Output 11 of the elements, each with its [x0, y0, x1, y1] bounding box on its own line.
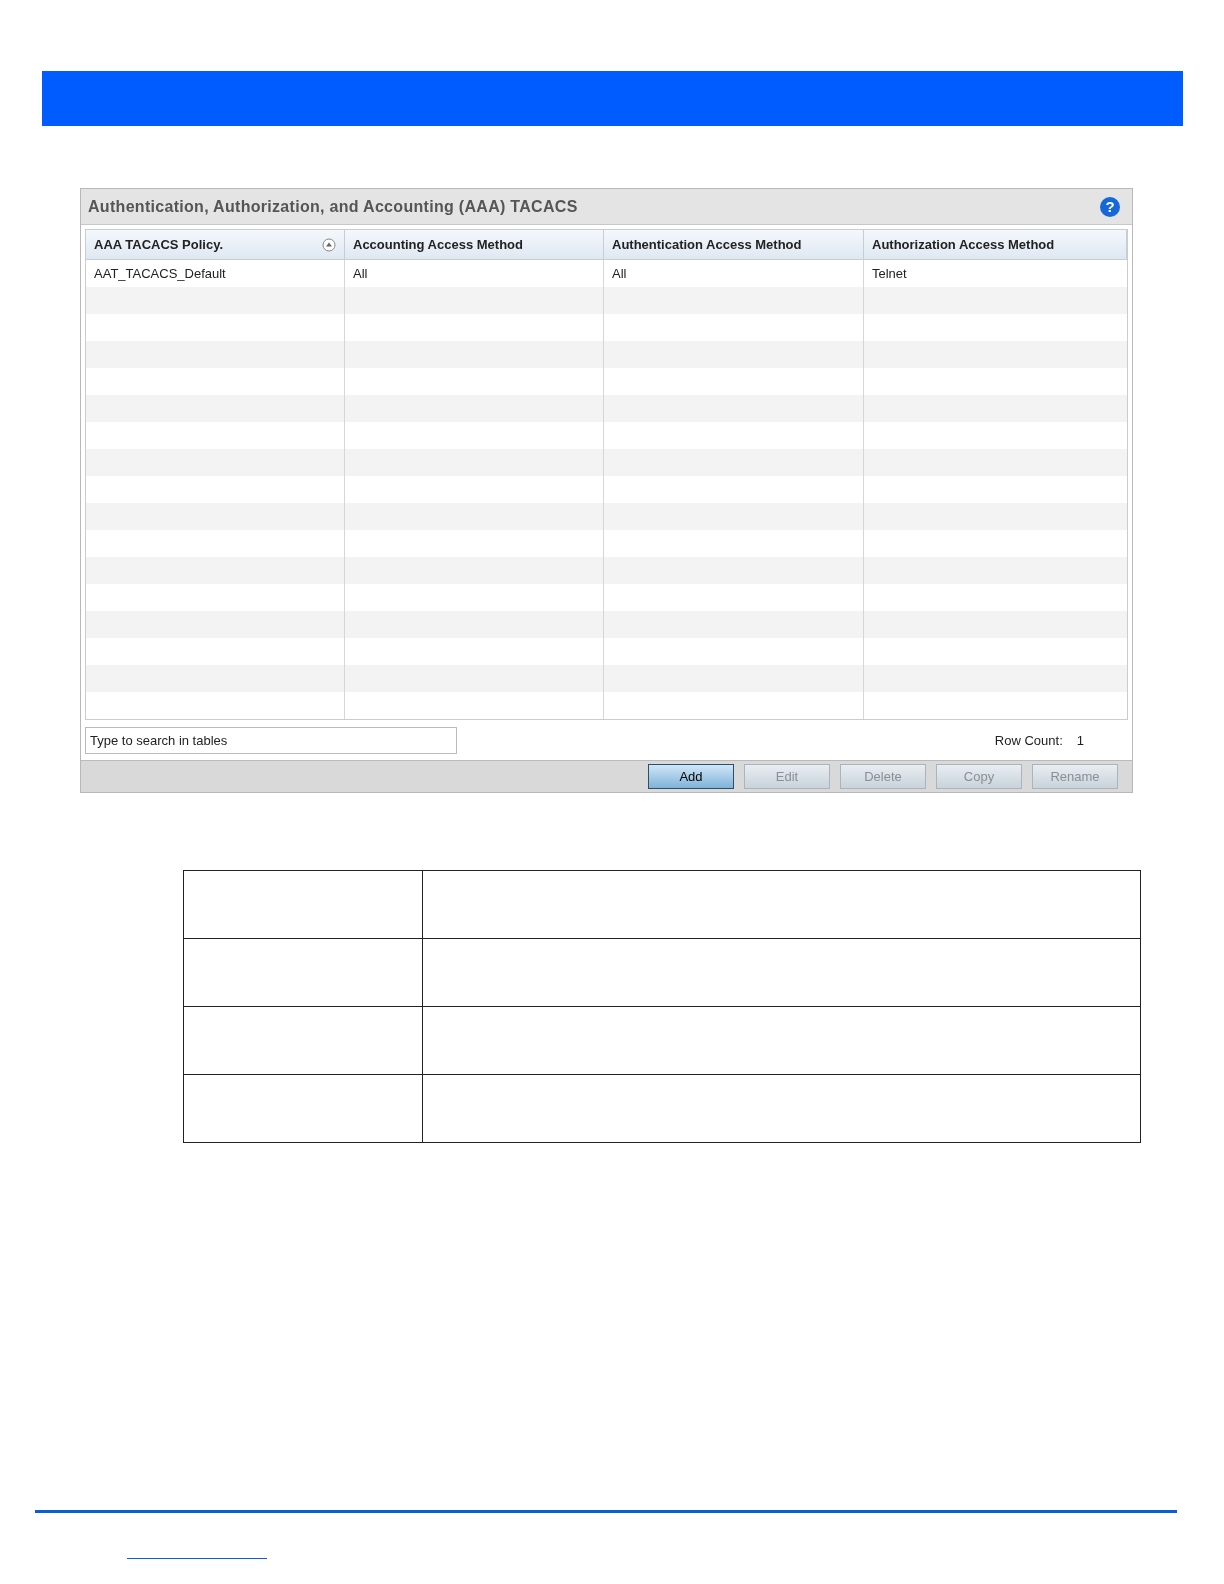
search-field[interactable]: Type to search in tables: [85, 726, 457, 754]
column-header[interactable]: Accounting Access Method: [345, 230, 604, 260]
column-header[interactable]: AAA TACACS Policy.: [86, 230, 345, 260]
sort-icon: [322, 237, 336, 252]
help-icon[interactable]: ?: [1100, 196, 1120, 217]
column-header[interactable]: Authorization Access Method: [864, 230, 1127, 260]
column-header[interactable]: Authentication Access Method: [604, 230, 864, 260]
action-button[interactable]: Add: [648, 764, 734, 789]
panel-title: Authentication, Authorization, and Accounting (AAA) TACACS: [88, 197, 578, 216]
row-count-value: 1: [1076, 732, 1084, 748]
row-count-label: Row Count:: [994, 732, 1063, 748]
